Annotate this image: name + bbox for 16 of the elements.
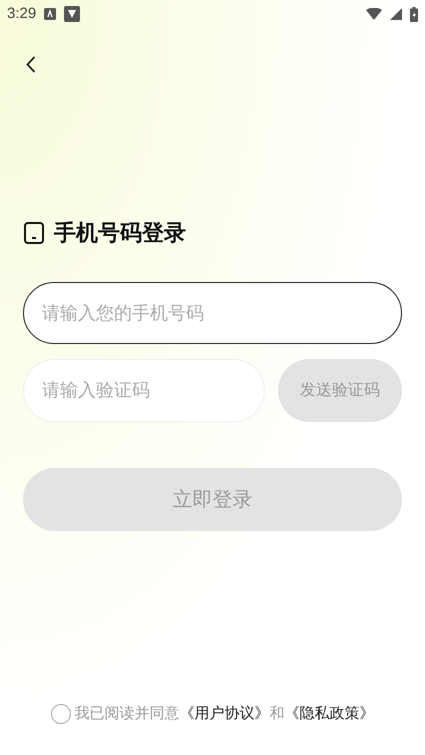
wifi-icon [366,8,382,20]
user-agreement-link[interactable]: 《用户协议》 [180,702,270,725]
battery-icon [410,6,418,22]
phone-input-field[interactable]: 请输入您的手机号码 [23,282,402,344]
phone-icon [24,222,44,244]
conjunction-text: 和 [270,704,284,724]
notification-icon [44,8,56,20]
privacy-policy-link[interactable]: 《隐私政策》 [284,702,374,725]
back-button[interactable] [24,54,38,74]
notification-icon [64,6,80,22]
agreement-checkbox[interactable] [50,704,70,724]
agreement-text: 我已阅读并同意 [74,704,180,724]
status-time: 3:29 [7,4,36,24]
page-title: 手机号码登录 [54,219,186,247]
code-input-field[interactable]: 请输入验证码 [23,359,265,422]
signal-icon [390,8,402,20]
